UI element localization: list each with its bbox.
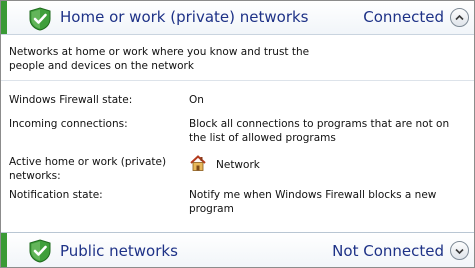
chevron-down-icon xyxy=(455,248,464,255)
shield-check-icon xyxy=(29,7,51,31)
incoming-connections-value: Block all connections to programs that a… xyxy=(189,118,450,144)
expand-button[interactable] xyxy=(450,241,469,260)
status-stripe xyxy=(1,1,7,34)
home-network-icon xyxy=(190,155,206,171)
section-title: Home or work (private) networks xyxy=(60,8,309,26)
notification-state-label: Notification state: xyxy=(9,189,103,201)
firewall-panel: Home or work (private) networks Connecte… xyxy=(0,0,475,268)
private-networks-header[interactable]: Home or work (private) networks Connecte… xyxy=(1,1,474,35)
status-stripe xyxy=(1,233,7,267)
section-description: Networks at home or work where you know … xyxy=(9,46,310,72)
collapse-button[interactable] xyxy=(450,8,469,27)
incoming-connections-label: Incoming connections: xyxy=(9,118,128,130)
notification-state-value: Notify me when Windows Firewall blocks a… xyxy=(189,189,437,215)
active-network-name[interactable]: Network xyxy=(216,159,260,171)
chevron-up-icon xyxy=(455,14,464,21)
firewall-state-label: Windows Firewall state: xyxy=(9,94,133,106)
shield-check-icon xyxy=(29,239,51,263)
public-networks-header[interactable]: Public networks Not Connected xyxy=(1,232,474,267)
firewall-state-value: On xyxy=(189,94,204,106)
connection-status: Connected xyxy=(363,8,444,26)
section-title: Public networks xyxy=(60,242,178,260)
divider xyxy=(1,80,474,81)
active-networks-label: Active home or work (private) networks: xyxy=(9,156,167,182)
connection-status: Not Connected xyxy=(332,242,444,260)
